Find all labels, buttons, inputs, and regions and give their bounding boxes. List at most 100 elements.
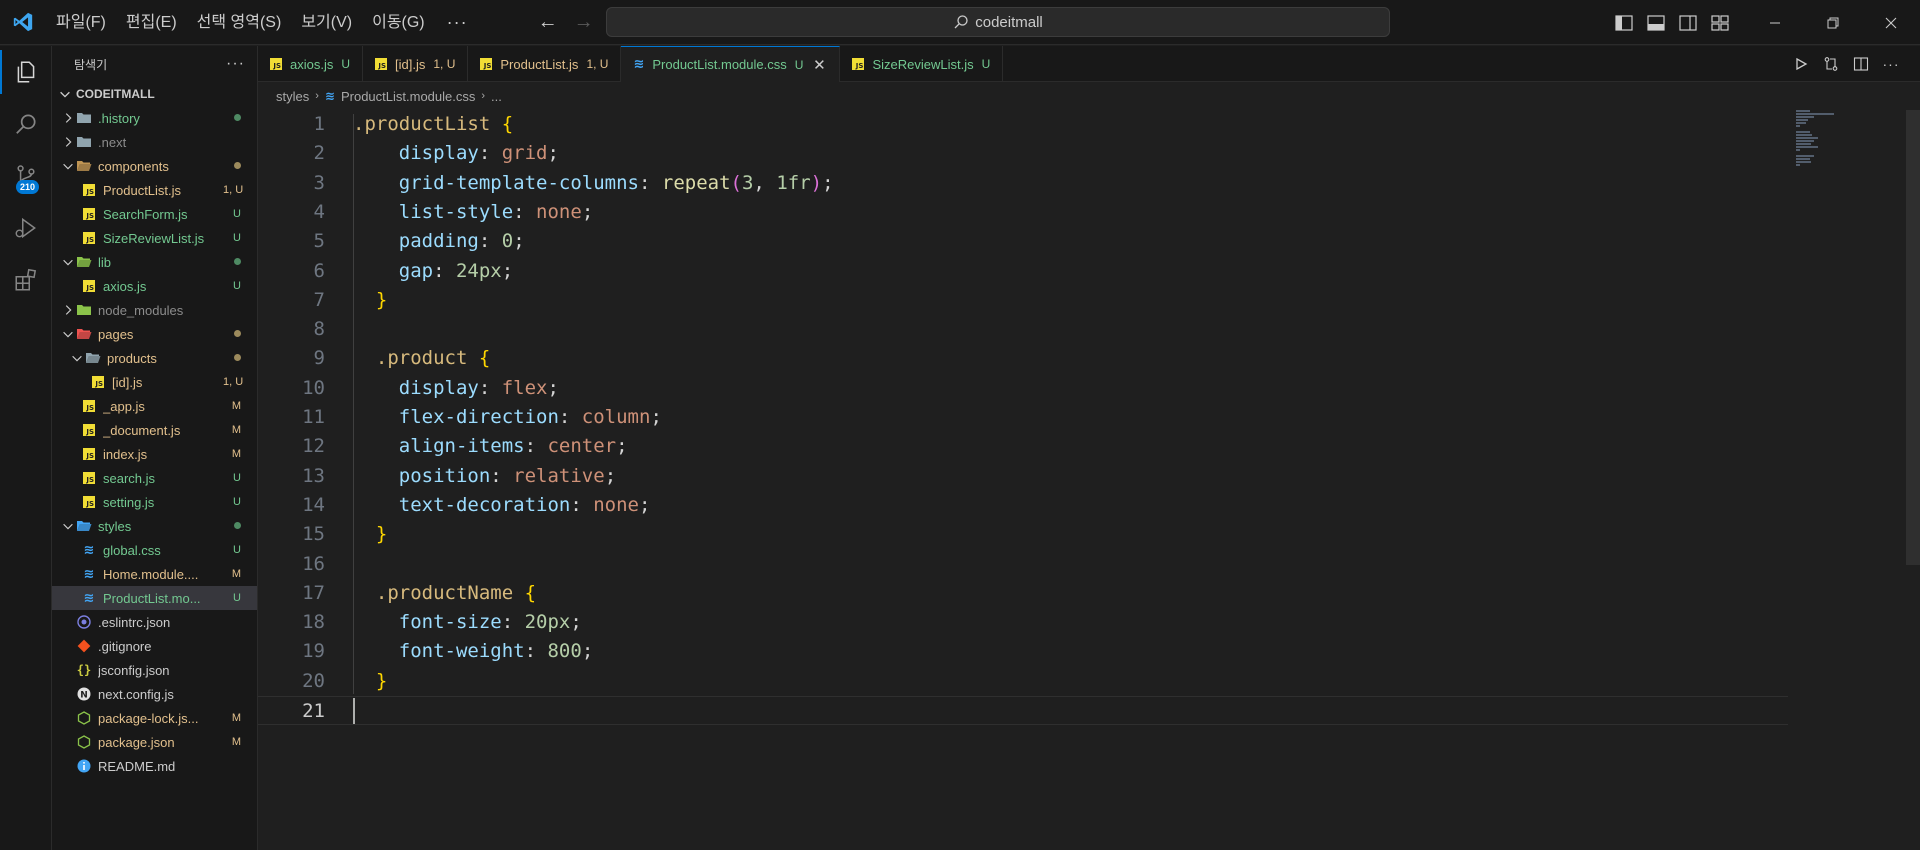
vertical-scrollbar[interactable] (1906, 110, 1920, 565)
chevron-right-icon: › (481, 90, 486, 102)
run-icon[interactable] (1788, 51, 1814, 77)
tree-file[interactable]: package.json M (52, 730, 257, 754)
tree-folder[interactable]: styles (52, 514, 257, 538)
tree-file[interactable]: {} jsconfig.json (52, 658, 257, 682)
tree-folder[interactable]: node_modules (52, 298, 257, 322)
code-token: flex-direction (353, 406, 559, 428)
css-file-icon: ≋ (83, 566, 95, 582)
git-status-dot (223, 112, 257, 124)
git-icon (76, 638, 92, 654)
source-control-icon[interactable]: 210 (0, 150, 52, 202)
tree-file[interactable]: ≋ Home.module.... M (52, 562, 257, 586)
code-token: ; (639, 493, 651, 516)
tree-file[interactable]: JS ProductList.js 1, U (52, 178, 257, 202)
more-actions-button[interactable]: ··· (1878, 51, 1904, 77)
workspace-root[interactable]: CODEITMALL (52, 82, 257, 106)
tree-file[interactable]: JS [id].js 1, U (52, 370, 257, 394)
menu-selection[interactable]: 선택 영역(S) (187, 0, 292, 45)
code-token: ; (650, 406, 662, 428)
tab-label: ProductList.module.css (652, 57, 787, 72)
menu-more-button[interactable]: ··· (435, 0, 480, 45)
menu-file[interactable]: 파일(F) (46, 0, 116, 45)
tree-folder[interactable]: lib (52, 250, 257, 274)
code-token: 0 (501, 230, 514, 253)
line-number: 8 (313, 318, 325, 341)
tree-file[interactable]: Nnext.config.js (52, 682, 257, 706)
toggle-secondary-sidebar-icon[interactable] (1674, 9, 1702, 37)
search-sidebar-icon[interactable] (0, 98, 52, 150)
menu-view[interactable]: 보기(V) (291, 0, 362, 45)
editor-tab[interactable]: JS ProductList.js 1, U (468, 46, 622, 82)
editor-tab[interactable]: JS [id].js 1, U (363, 46, 469, 82)
tree-file[interactable]: JS SearchForm.js U (52, 202, 257, 226)
editor-tab[interactable]: ≋ ProductList.module.css U ✕ (621, 46, 841, 82)
minimap[interactable] (1796, 110, 1896, 170)
line-number: 13 (302, 464, 325, 487)
css-file-icon: ≋ (324, 89, 335, 103)
toggle-primary-sidebar-icon[interactable] (1610, 9, 1638, 37)
run-debug-icon[interactable] (0, 202, 52, 254)
tree-file[interactable]: JS search.js U (52, 466, 257, 490)
menu-edit[interactable]: 편집(E) (116, 0, 187, 45)
tree-file[interactable]: JS setting.js U (52, 490, 257, 514)
tree-file[interactable]: JS _app.js M (52, 394, 257, 418)
minimize-icon[interactable] (1746, 0, 1804, 45)
tree-file[interactable]: .eslintrc.json (52, 610, 257, 634)
git-status: U (233, 496, 241, 508)
explorer-icon[interactable] (0, 46, 52, 98)
tree-file[interactable]: ≋ ProductList.mo... U (52, 586, 257, 610)
editor-tab[interactable]: JS axios.js U (258, 46, 364, 82)
extensions-icon[interactable] (0, 254, 52, 306)
js-file-icon: JS (81, 470, 97, 486)
open-changes-icon[interactable] (1818, 51, 1844, 77)
code-token: : (501, 611, 525, 634)
forward-arrow-icon[interactable]: → (566, 0, 602, 45)
tree-folder[interactable]: pages (52, 322, 257, 346)
breadcrumb-symbols[interactable]: ... (491, 89, 502, 104)
toggle-panel-icon[interactable] (1642, 9, 1670, 37)
explorer-more-button[interactable]: ··· (226, 55, 245, 73)
tree-file[interactable]: README.md (52, 754, 257, 778)
tree-item-label: axios.js (103, 278, 147, 294)
split-editor-icon[interactable] (1848, 51, 1874, 77)
code-token: : (490, 464, 514, 487)
tree-file[interactable]: .gitignore (52, 634, 257, 658)
customize-layout-icon[interactable] (1706, 9, 1734, 37)
tree-file[interactable]: JS index.js M (52, 442, 257, 466)
folder-open-icon (76, 326, 92, 342)
code-text: font-size: 20px; (353, 608, 582, 637)
tree-file[interactable]: ≋ global.css U (52, 538, 257, 562)
git-status-dot (223, 160, 257, 172)
restore-icon[interactable] (1804, 0, 1862, 45)
code-line: 10 display: flex; (258, 374, 1788, 403)
git-status: U (233, 592, 241, 604)
code-token: ; (822, 171, 834, 194)
layout-controls (1610, 0, 1738, 45)
code-editor[interactable]: 1 .productList {2 display: grid; 3 grid-te… (258, 110, 1920, 850)
close-window-icon[interactable] (1862, 0, 1920, 45)
js-file-icon: JS (90, 374, 106, 390)
line-number: 14 (302, 493, 325, 516)
tab-label: ProductList.js (500, 56, 579, 72)
close-tab-icon[interactable]: ✕ (811, 56, 827, 74)
menu-go[interactable]: 이동(G) (362, 0, 435, 45)
tree-file[interactable]: package-lock.js... M (52, 706, 257, 730)
breadcrumb-folder[interactable]: styles (276, 89, 309, 104)
breadcrumb-file[interactable]: ProductList.module.css (341, 89, 475, 104)
tree-file[interactable]: JS SizeReviewList.js U (52, 226, 257, 250)
editor-actions: ··· (1784, 46, 1904, 82)
tree-file[interactable]: JS _document.js M (52, 418, 257, 442)
tree-folder[interactable]: .history (52, 106, 257, 130)
back-arrow-icon[interactable]: ← (530, 0, 566, 45)
code-text: .productList { (353, 110, 513, 139)
tree-folder[interactable]: .next (52, 130, 257, 154)
js-file-icon: JS (81, 182, 97, 198)
command-center-search[interactable]: codeitmall (606, 7, 1390, 37)
editor-tab[interactable]: JS SizeReviewList.js U (840, 46, 1004, 82)
js-file-icon: JS (270, 58, 282, 70)
code-token: { (501, 113, 514, 135)
tree-file[interactable]: JS axios.js U (52, 274, 257, 298)
tree-folder[interactable]: products (52, 346, 257, 370)
tree-folder[interactable]: components (52, 154, 257, 178)
line-number: 19 (302, 640, 325, 663)
